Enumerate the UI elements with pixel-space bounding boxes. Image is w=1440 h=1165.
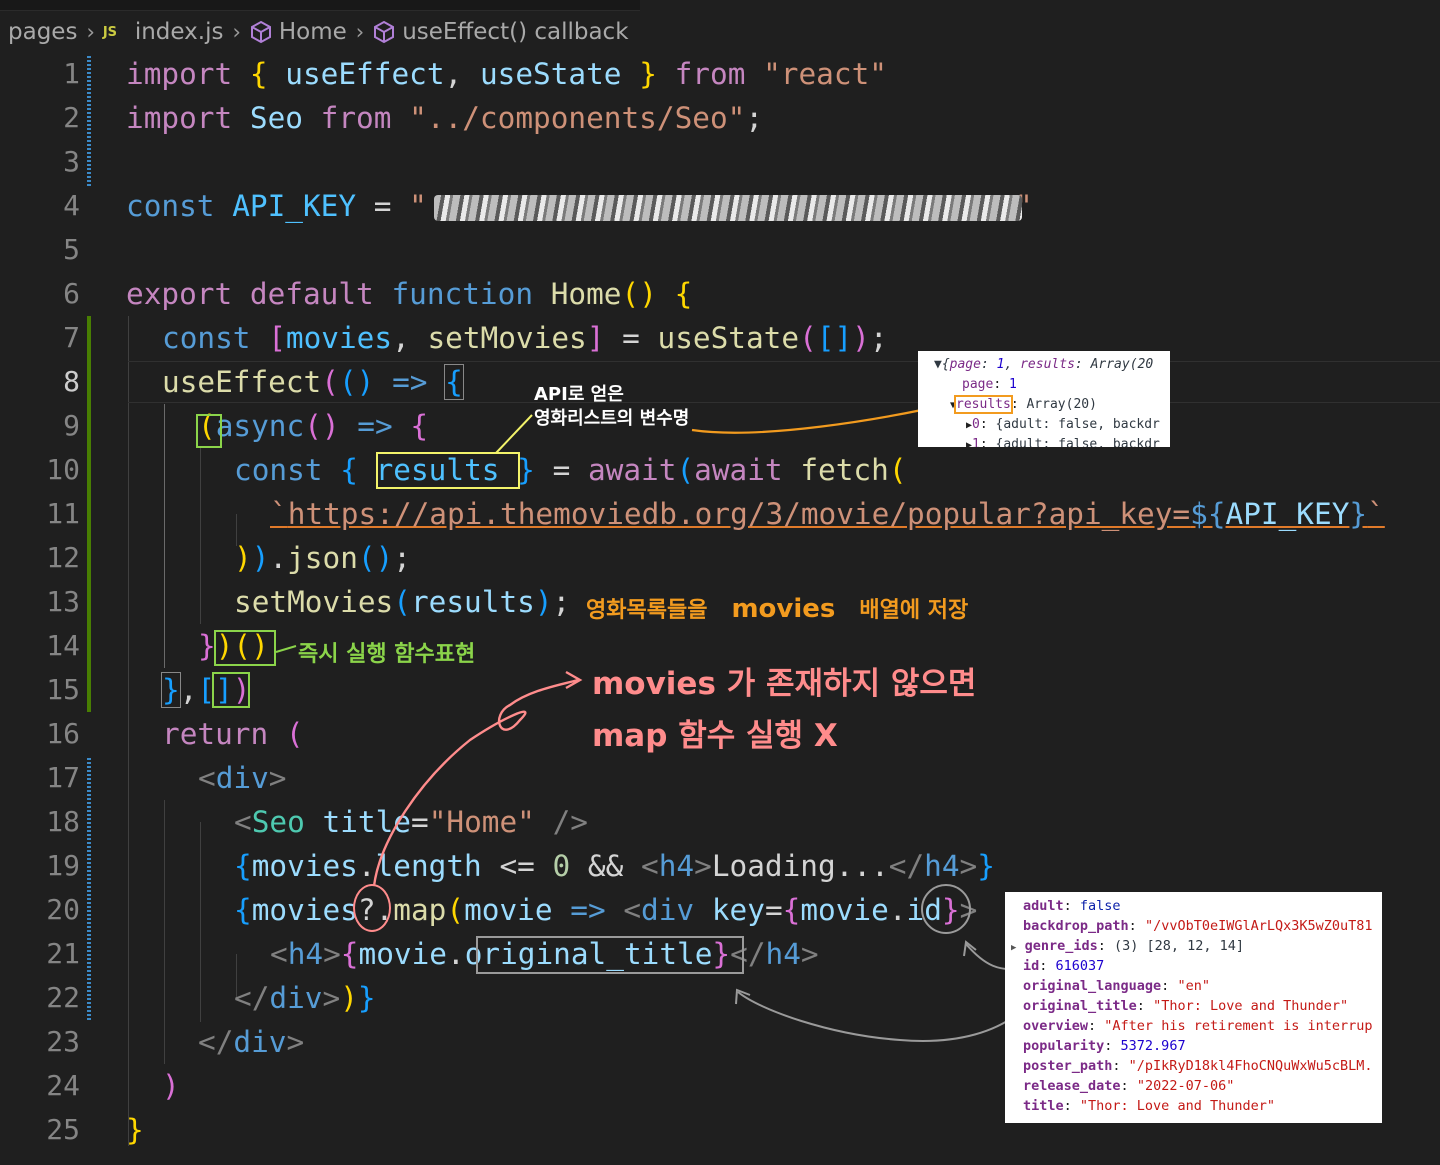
property-row: overview: "After his retirement is inter… — [1023, 1018, 1373, 1034]
property-row: popularity: 5372.967 — [1023, 1038, 1186, 1054]
property-row: original_language: "en" — [1023, 978, 1210, 994]
property-row: adult: false — [1023, 898, 1121, 914]
movie-object-popup: adult: false backdrop_path: "/vvObT0eIWG… — [1005, 892, 1382, 1123]
console-output-popup: ▼{page: 1, results: Array(20 page: 1 ▼re… — [918, 351, 1170, 447]
expand-triangle-icon: ▼ — [934, 357, 942, 372]
iife-pointer-line — [275, 645, 297, 653]
results-pointer-line — [495, 414, 533, 454]
results-arrow — [691, 401, 955, 434]
property-row: release_date: "2022-07-06" — [1023, 1078, 1235, 1094]
property-row: poster_path: "/pIkRyD18kl4FhoCNQuWxWu5cB… — [1023, 1058, 1373, 1074]
property-row: id: 616037 — [1023, 958, 1105, 974]
expand-triangle-icon[interactable]: ▶ — [1011, 943, 1016, 953]
property-row: backdrop_path: "/vvObT0eIWGlArLQx3K5wZ0u… — [1023, 918, 1373, 934]
property-row[interactable]: ▶ genre_ids: (3) [28, 12, 14] — [1011, 938, 1244, 954]
property-row: original_title: "Thor: Love and Thunder" — [1023, 998, 1349, 1014]
title-arrow — [737, 991, 1023, 1042]
arrowhead — [565, 670, 583, 690]
map-arrow — [372, 678, 579, 887]
property-row: title: "Thor: Love and Thunder" — [1023, 1098, 1275, 1114]
